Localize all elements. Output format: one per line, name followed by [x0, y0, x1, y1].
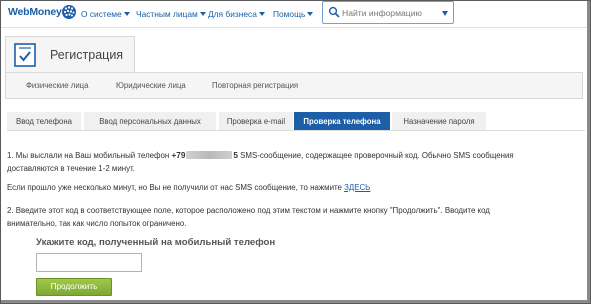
nav-business[interactable]: Для бизнеса: [208, 9, 265, 19]
chevron-down-icon: [199, 12, 206, 16]
search-icon[interactable]: [328, 6, 340, 18]
instruction-text: SMS-сообщение, содержащее проверочный ко…: [237, 151, 514, 160]
chevron-down-icon[interactable]: [442, 11, 448, 16]
nav-business-label: Для бизнеса: [208, 9, 257, 19]
registration-subnav: Физические лица Юридические лица Повторн…: [5, 72, 583, 99]
tab-set-password[interactable]: Назначение пароля: [392, 112, 486, 130]
subnav-individuals[interactable]: Физические лица: [26, 81, 89, 90]
globe-icon[interactable]: [61, 4, 77, 20]
code-field-label: Укажите код, полученный на мобильный тел…: [36, 237, 276, 248]
chevron-down-icon: [307, 12, 314, 16]
nav-individuals-label: Частным лицам: [136, 9, 198, 19]
search-box[interactable]: Найти информацию: [322, 1, 454, 24]
phone-start: +79: [171, 151, 186, 160]
subnav-re-registration[interactable]: Повторная регистрация: [212, 81, 298, 90]
registration-header: Регистрация: [5, 36, 135, 72]
subnav-legal-entities[interactable]: Юридические лица: [116, 81, 186, 90]
chevron-down-icon: [258, 12, 265, 16]
nav-individuals[interactable]: Частным лицам: [136, 9, 206, 19]
nav-help-label: Помощь: [273, 9, 306, 19]
registration-panel: Регистрация Физические лица Юридические …: [5, 36, 583, 99]
divider: [0, 27, 591, 28]
redacted-block: [186, 151, 233, 159]
divider: [7, 130, 585, 131]
instruction-paragraph-1: 1. Мы выслали на Ваш мобильный телефон +…: [7, 150, 514, 163]
continue-button[interactable]: Продолжить: [36, 278, 112, 296]
top-navigation: WebMoney О системе Частным лицам Для биз…: [0, 0, 591, 27]
resend-link[interactable]: ЗДЕСЬ: [344, 183, 370, 192]
tab-email-check[interactable]: Проверка e-mail: [219, 112, 293, 130]
tab-personal-data[interactable]: Ввод персональных данных: [84, 112, 216, 130]
nav-about-label: О системе: [81, 9, 122, 19]
resend-text: Если прошло уже несколько минут, но Вы н…: [7, 183, 345, 192]
resend-paragraph: Если прошло уже несколько минут, но Вы н…: [7, 182, 370, 195]
document-check-icon: [14, 43, 36, 67]
nav-about[interactable]: О системе: [81, 9, 130, 19]
brand-logo-text[interactable]: WebMoney: [8, 6, 62, 18]
phone-number: +79 5: [172, 151, 238, 160]
instruction-paragraph-1-line2: доставляются в течение 1-2 минут.: [7, 164, 135, 173]
instruction-paragraph-2-line2: внимательно, так как число попыток огран…: [7, 219, 187, 228]
instruction-paragraph-2: 2. Введите этот код в соответствующее по…: [7, 206, 490, 215]
search-placeholder: Найти информацию: [342, 8, 422, 18]
page-title: Регистрация: [50, 48, 124, 62]
tab-phone-entry[interactable]: Ввод телефона: [7, 112, 81, 130]
verification-code-input[interactable]: [36, 253, 142, 272]
tab-phone-check[interactable]: Проверка телефона: [294, 112, 390, 130]
instruction-text: 1. Мы выслали на Ваш мобильный телефон: [7, 151, 172, 160]
chevron-down-icon: [123, 12, 130, 16]
nav-help[interactable]: Помощь: [273, 9, 314, 19]
